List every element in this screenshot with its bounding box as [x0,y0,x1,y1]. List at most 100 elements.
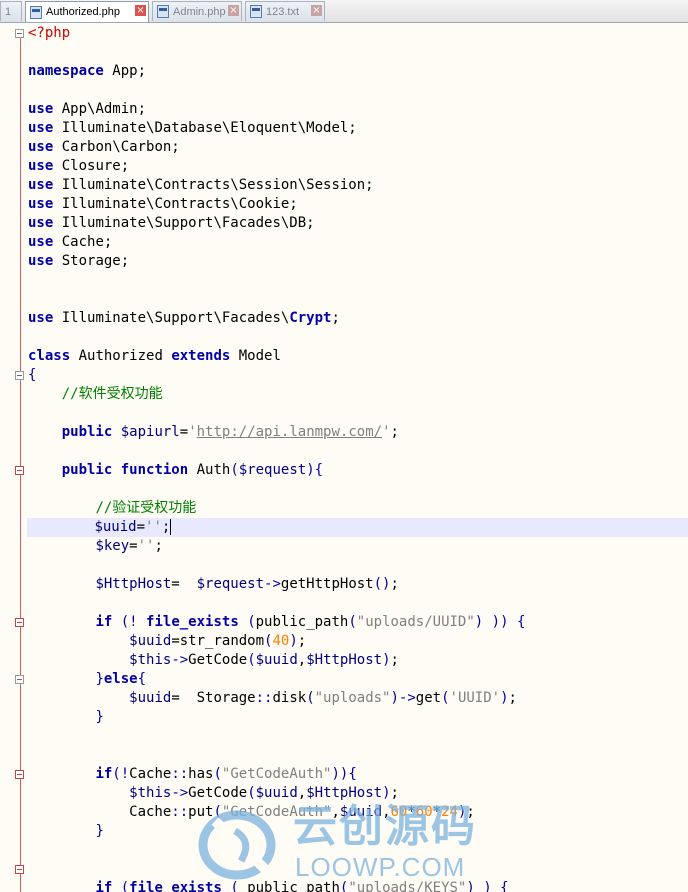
code-line[interactable]: use Illuminate\Support\Facades\Crypt; [28,309,340,328]
code-token: , [297,785,307,801]
code-line[interactable]: class Authorized extends Model [28,347,281,366]
code-line[interactable]: public $apiurl='http://api.lanmpw.com/'; [28,423,399,442]
code-token: Cache [28,804,172,820]
close-tab-icon[interactable]: × [311,5,322,16]
code-line[interactable]: <?php [28,24,70,43]
code-token: use [28,158,54,174]
close-tab-icon[interactable]: × [228,5,239,16]
tab-bar: 1 Authorized.php × Admin.php × 123.txt × [0,0,688,23]
code-token: -> [264,576,281,592]
code-line[interactable]: $key=''; [28,537,162,556]
code-line[interactable]: use Storage; [28,252,129,271]
code-token: ( [230,462,239,478]
code-token: if [95,880,113,892]
code-token: ( [247,614,256,630]
fold-guide-line [20,38,21,892]
code-line[interactable]: use Cache; [28,233,112,252]
code-line[interactable]: use Illuminate\Contracts\Cookie; [28,195,298,214]
fold-toggle-icon[interactable] [15,770,24,779]
code-token: = [179,424,189,440]
code-line[interactable]: use Illuminate\Support\Facades\DB; [28,214,315,233]
code-token: ' [188,424,197,440]
code-line[interactable]: //验证受权功能 [28,499,196,518]
tab-1[interactable]: Authorized.php × [25,1,149,22]
code-token: Crypt [289,310,332,326]
fold-toggle-icon[interactable] [15,371,24,380]
code-line[interactable]: { [28,366,36,385]
code-token: "uploads" [314,690,391,706]
code-token: namespace [28,63,104,79]
code-token: } [95,823,104,839]
code-line[interactable]: $HttpHost= $request->getHttpHost(); [28,575,398,594]
code-token: Illuminate\Database\Eloquent\Model; [53,120,357,136]
code-token: $apiurl [120,424,180,440]
code-token: use [28,234,54,250]
code-token: (! [120,614,138,630]
code-token: use [28,215,54,231]
code-token: file_exists [146,614,239,630]
code-token: $HttpHost [306,652,383,668]
tab-3[interactable]: 123.txt × [245,1,325,21]
close-tab-icon[interactable]: × [135,5,146,16]
code-line[interactable]: use Carbon\Carbon; [28,138,180,157]
code-token: :: [171,804,189,820]
code-token: $this [129,785,172,801]
code-line[interactable]: //软件受权功能 [28,385,163,404]
code-line[interactable]: $uuid=''; [27,518,688,537]
code-line[interactable]: public function Auth($request){ [28,461,323,480]
code-line[interactable]: use App\Admin; [28,100,146,119]
code-token: { [28,367,37,383]
tab-0[interactable]: 1 [0,1,22,21]
code-token: GetCode [188,652,248,668]
code-token: $this [129,652,172,668]
code-token: $uuid [255,652,298,668]
code-line[interactable]: $this->GetCode($uuid,$HttpHost); [28,651,399,670]
code-token: function [120,462,189,478]
code-token: ; [390,424,399,440]
watermark-logo-icon [198,810,276,880]
code-line[interactable]: use Illuminate\Contracts\Session\Session… [28,176,374,195]
code-line[interactable]: namespace App; [28,62,146,81]
file-icon [157,5,169,18]
code-token: public_path [255,614,349,630]
code-token: ( [306,690,315,706]
fold-toggle-icon[interactable] [15,466,24,475]
fold-toggle-icon[interactable] [15,865,24,874]
code-line[interactable]: $uuid= Storage::disk("uploads")->get('UU… [28,689,517,708]
code-line[interactable]: use Illuminate\Database\Eloquent\Model; [28,119,357,138]
code-token: = [136,519,146,535]
code-line[interactable]: if (! file_exists (public_path("uploads/… [28,613,525,632]
fold-toggle-icon[interactable] [15,29,24,38]
code-line[interactable]: $uuid=str_random(40); [28,632,306,651]
fold-margin [0,23,27,892]
code-token: use [28,310,54,326]
code-token: Authorized [70,348,172,364]
code-line[interactable]: } [28,822,104,841]
code-line[interactable]: use Closure; [28,157,129,176]
code-token: $uuid [129,690,172,706]
tab-2[interactable]: Admin.php × [152,1,242,21]
code-token: ) [382,785,391,801]
code-line[interactable]: if(!Cache::has("GetCodeAuth")){ [28,765,356,784]
code-line[interactable]: } [28,708,104,727]
watermark: 云创源码 LOOWP.COM [195,801,495,883]
code-token: use [28,139,54,155]
file-icon [250,5,262,18]
fold-toggle-icon[interactable] [15,675,24,684]
fold-toggle-icon[interactable] [15,618,24,627]
code-line[interactable]: }else{ [28,670,146,689]
code-token: <?php [28,25,71,41]
code-token: ( [213,766,222,782]
code-token: } [95,709,104,725]
code-token: ( [247,785,256,801]
code-editor[interactable]: <?php namespace App; use App\Admin; use Ill… [0,23,688,892]
code-token: ( [441,690,450,706]
